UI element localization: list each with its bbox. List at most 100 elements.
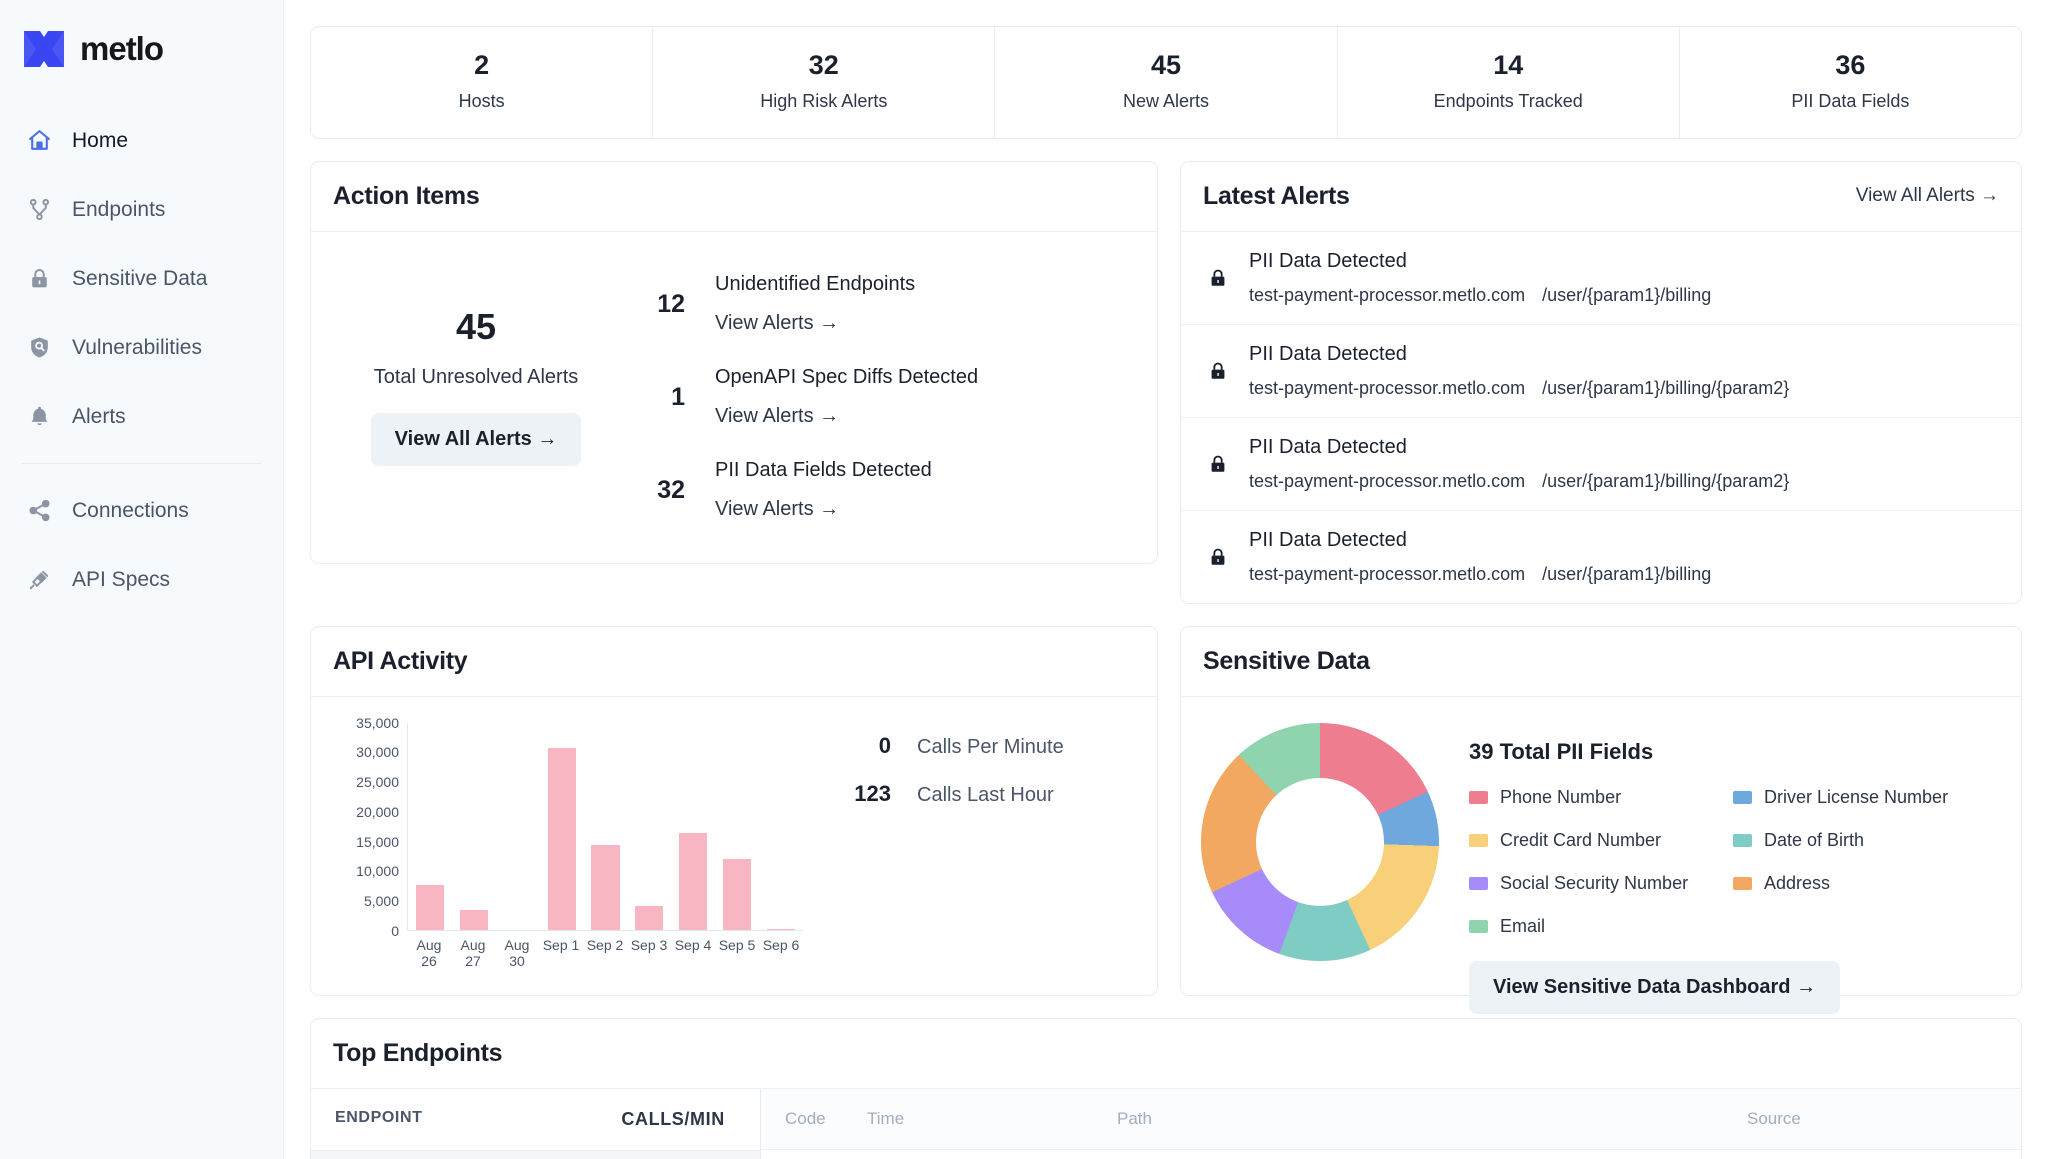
legend-item: Driver License Number <box>1733 787 1997 808</box>
action-item: 32 PII Data Fields Detected View Alerts … <box>641 444 1137 537</box>
alert-list-item[interactable]: PII Data Detected test-payment-processor… <box>1181 232 2021 325</box>
chart-bar-cell <box>671 723 715 930</box>
calls-per-minute-label: Calls Per Minute <box>917 736 1064 759</box>
stat-value: 36 <box>1690 49 2011 83</box>
x-axis-tick: Sep 2 <box>583 937 627 969</box>
action-item-view-alerts-link[interactable]: View Alerts → <box>715 312 915 335</box>
chart-bar[interactable] <box>548 748 576 930</box>
column-header-code: Code <box>785 1109 867 1129</box>
sidebar-item-vulnerabilities[interactable]: Vulnerabilities <box>0 313 283 382</box>
y-axis-tick: 15,000 <box>356 834 399 850</box>
chart-bar-cell <box>540 723 584 930</box>
api-activity-bar-chart: 05,00010,00015,00020,00025,00030,00035,0… <box>329 715 809 967</box>
view-all-alerts-button[interactable]: View All Alerts → <box>371 413 582 466</box>
x-axis-tick: Sep 4 <box>671 937 715 969</box>
y-axis-tick: 25,000 <box>356 774 399 790</box>
sidebar-item-alerts[interactable]: Alerts <box>0 382 283 451</box>
top-endpoints-table: ENDPOINT CALLS/MIN /user/{param1} 0 /pro… <box>311 1089 761 1159</box>
pii-total-label: 39 Total PII Fields <box>1469 739 1997 765</box>
legend-swatch <box>1469 791 1488 804</box>
sensitive-data-header: Sensitive Data <box>1181 627 2021 697</box>
chart-bars <box>408 723 803 930</box>
view-all-alerts-link[interactable]: View All Alerts → <box>1856 185 1999 207</box>
x-axis-tick: Aug 27 <box>451 937 495 969</box>
total-unresolved-block: 45 Total Unresolved Alerts View All Aler… <box>321 258 631 537</box>
chart-bar[interactable] <box>416 885 444 930</box>
sidebar-item-label: API Specs <box>72 568 170 592</box>
alert-list-item[interactable]: PII Data Detected test-payment-processor… <box>1181 511 2021 603</box>
column-header-time: Time <box>867 1109 1117 1129</box>
chart-bar[interactable] <box>767 929 795 930</box>
table-row[interactable]: 200 9/6/2022, 3:20 PM GET /user/535a11b8… <box>761 1150 2021 1159</box>
sidebar-item-home[interactable]: Home <box>0 106 283 175</box>
legend-swatch <box>1469 920 1488 933</box>
alert-title: PII Data Detected <box>1249 436 1789 459</box>
total-unresolved-label: Total Unresolved Alerts <box>321 366 631 389</box>
alert-host: test-payment-processor.metlo.com <box>1249 564 1525 584</box>
lock-icon <box>26 266 52 292</box>
legend-label: Date of Birth <box>1764 830 1864 851</box>
sidebar-item-label: Vulnerabilities <box>72 336 202 360</box>
lock-icon <box>1205 546 1231 568</box>
home-icon <box>26 128 52 154</box>
stat-high-risk-alerts: 32 High Risk Alerts <box>653 27 995 138</box>
alert-host: test-payment-processor.metlo.com <box>1249 378 1525 398</box>
table-row[interactable]: /user/{param1} 0 <box>311 1151 760 1159</box>
x-axis-tick: Sep 1 <box>539 937 583 969</box>
stat-label: Endpoints Tracked <box>1348 91 1669 112</box>
legend-item: Date of Birth <box>1733 830 1997 851</box>
column-header-calls-min: CALLS/MIN <box>621 1109 736 1130</box>
legend-item: Credit Card Number <box>1469 830 1733 851</box>
column-header-endpoint: ENDPOINT <box>335 1109 621 1130</box>
stat-hosts: 2 Hosts <box>311 27 653 138</box>
brand[interactable]: metlo <box>0 14 283 74</box>
stats-strip: 2 Hosts 32 High Risk Alerts 45 New Alert… <box>310 26 2022 139</box>
stat-value: 32 <box>663 49 984 83</box>
api-activity-header: API Activity <box>311 627 1157 697</box>
chart-bar[interactable] <box>635 906 663 929</box>
api-activity-title: API Activity <box>333 647 467 676</box>
chart-bar[interactable] <box>679 833 707 929</box>
alert-title: PII Data Detected <box>1249 250 1711 273</box>
top-endpoints-card: Top Endpoints ENDPOINT CALLS/MIN /user/{… <box>310 1018 2022 1159</box>
chart-bar[interactable] <box>591 845 619 930</box>
action-item-count: 1 <box>641 383 685 412</box>
chart-bar[interactable] <box>723 859 751 930</box>
action-item-label: PII Data Fields Detected <box>715 459 932 482</box>
action-item-view-alerts-link[interactable]: View Alerts → <box>715 498 932 521</box>
row-activity-sensitive: API Activity 05,00010,00015,00020,00025,… <box>310 626 2022 996</box>
latest-alerts-column: Latest Alerts View All Alerts → PII Data… <box>1180 161 2022 604</box>
sidebar-item-endpoints[interactable]: Endpoints <box>0 175 283 244</box>
sidebar-item-api-specs[interactable]: API Specs <box>0 545 283 614</box>
sidebar-item-connections[interactable]: Connections <box>0 476 283 545</box>
sidebar-item-label: Connections <box>72 499 189 523</box>
chart-bar-cell <box>759 723 803 930</box>
legend-item: Social Security Number <box>1469 873 1733 894</box>
table-header-row: ENDPOINT CALLS/MIN <box>311 1089 760 1151</box>
calls-summary: 0 Calls Per Minute 123 Calls Last Hour <box>809 715 1064 967</box>
action-item-view-alerts-link[interactable]: View Alerts → <box>715 405 978 428</box>
chart-x-axis: Aug 26Aug 27Aug 30Sep 1Sep 2Sep 3Sep 4Se… <box>407 937 803 969</box>
alert-list-item[interactable]: PII Data Detected test-payment-processor… <box>1181 325 2021 418</box>
pii-donut-chart <box>1201 723 1439 961</box>
sidebar-item-sensitive-data[interactable]: Sensitive Data <box>0 244 283 313</box>
calls-last-hour-value: 123 <box>843 781 891 807</box>
alert-list-item[interactable]: PII Data Detected test-payment-processor… <box>1181 418 2021 511</box>
top-endpoints-body: ENDPOINT CALLS/MIN /user/{param1} 0 /pro… <box>311 1089 2021 1159</box>
stat-label: New Alerts <box>1005 91 1326 112</box>
alert-path: /user/{param1}/billing/{param2} <box>1542 471 1789 491</box>
y-axis-tick: 0 <box>391 923 399 939</box>
legend-swatch <box>1733 834 1752 847</box>
view-sensitive-data-dashboard-button[interactable]: View Sensitive Data Dashboard → <box>1469 961 1840 1014</box>
chart-bar-cell <box>715 723 759 930</box>
y-axis-tick: 30,000 <box>356 744 399 760</box>
legend-swatch <box>1733 791 1752 804</box>
plug-icon <box>26 567 52 593</box>
chart-bar[interactable] <box>460 910 488 930</box>
action-items-list: 12 Unidentified Endpoints View Alerts → … <box>631 258 1137 537</box>
app-root: metlo Home Endpoints Sensitive Data <box>0 0 2048 1159</box>
alert-title: PII Data Detected <box>1249 529 1711 552</box>
sidebar-item-label: Endpoints <box>72 198 165 222</box>
legend-label: Address <box>1764 873 1830 894</box>
latest-alerts-card: Latest Alerts View All Alerts → PII Data… <box>1180 161 2022 604</box>
